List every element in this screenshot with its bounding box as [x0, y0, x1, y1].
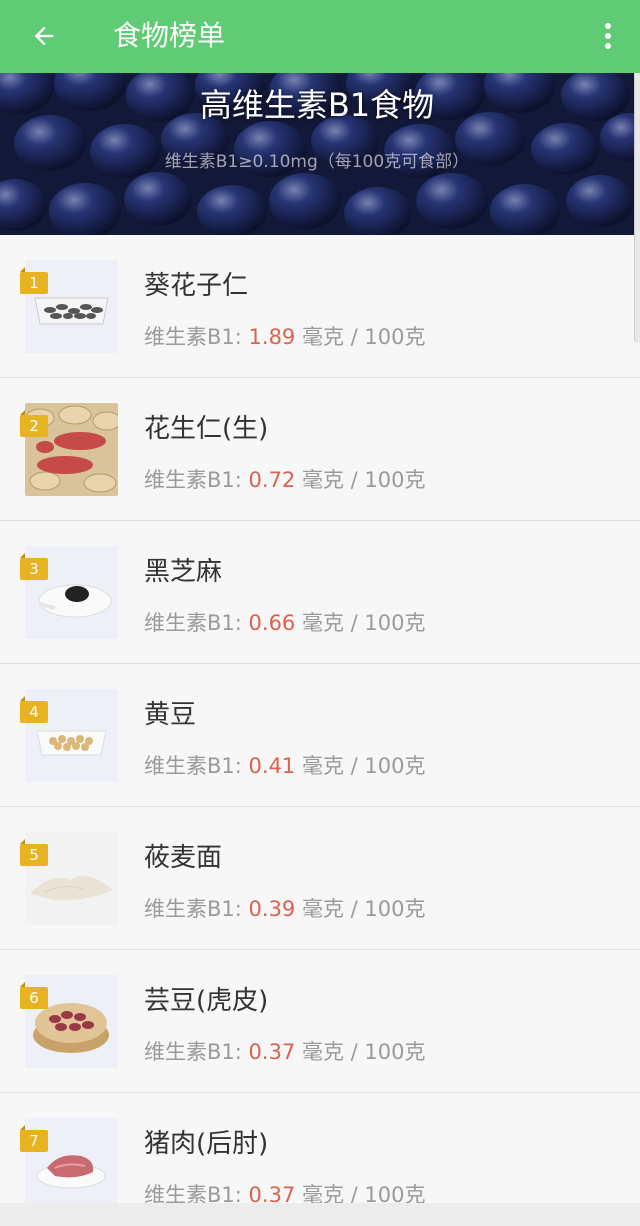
rank-badge: 4: [20, 696, 48, 723]
food-name: 黄豆: [144, 700, 197, 730]
list-item[interactable]: 2 花生仁(生) 维生素B1: 0.72 毫克 / 100克: [0, 378, 640, 521]
nutrient-unit: 毫克 / 100克: [301, 897, 426, 921]
nutrient-info: 维生素B1: 1.89 毫克 / 100克: [144, 323, 426, 351]
food-name: 猪肉(后肘): [144, 1129, 269, 1159]
rank-badge: 7: [20, 1125, 48, 1152]
nutrient-value: 0.37: [248, 1040, 296, 1064]
rank-badge: 5: [20, 839, 48, 866]
nutrient-label: 维生素B1:: [144, 325, 242, 349]
banner: 高维生素B1食物 维生素B1≥0.10mg（每100克可食部）: [0, 73, 634, 235]
app-bar: 食物榜单: [0, 0, 640, 73]
nutrient-value: 1.89: [248, 325, 296, 349]
nutrient-value: 0.66: [248, 611, 296, 635]
nutrient-unit: 毫克 / 100克: [301, 1183, 426, 1203]
nutrient-label: 维生素B1:: [144, 754, 242, 778]
nutrient-label: 维生素B1:: [144, 897, 242, 921]
list-item[interactable]: 1 葵花子仁 维生素B1: 1.89 毫克 / 100克: [0, 235, 640, 378]
rank-badge: 1: [20, 267, 48, 294]
nutrient-value: 0.37: [248, 1183, 296, 1203]
banner-subtitle: 维生素B1≥0.10mg（每100克可食部）: [164, 152, 470, 172]
nutrient-info: 维生素B1: 0.37 毫克 / 100克: [144, 1038, 426, 1066]
list-item[interactable]: 7 猪肉(后肘) 维生素B1: 0.37 毫克 / 100克: [0, 1093, 640, 1203]
list-item[interactable]: 4 黄豆 维生素B1: 0.41 毫克 / 100克: [0, 664, 640, 807]
rank-badge: 6: [20, 982, 48, 1009]
nutrient-label: 维生素B1:: [144, 468, 242, 492]
nutrient-info: 维生素B1: 0.41 毫克 / 100克: [144, 752, 426, 780]
nutrient-unit: 毫克 / 100克: [301, 468, 426, 492]
more-vert-icon: [605, 23, 611, 49]
arrow-left-icon: [34, 26, 54, 46]
bottom-edge: [0, 1203, 640, 1226]
food-name: 莜麦面: [144, 843, 223, 873]
back-button[interactable]: [24, 18, 64, 54]
nutrient-unit: 毫克 / 100克: [301, 325, 426, 349]
list-item[interactable]: 3 黑芝麻 维生素B1: 0.66 毫克 / 100克: [0, 521, 640, 664]
nutrient-unit: 毫克 / 100克: [301, 1040, 426, 1064]
nutrient-unit: 毫克 / 100克: [301, 754, 426, 778]
nutrient-label: 维生素B1:: [144, 1183, 242, 1203]
food-name: 葵花子仁: [144, 271, 249, 301]
nutrient-value: 0.72: [248, 468, 296, 492]
nutrient-label: 维生素B1:: [144, 1040, 242, 1064]
nutrient-unit: 毫克 / 100克: [301, 611, 426, 635]
nutrient-label: 维生素B1:: [144, 611, 242, 635]
page-title: 食物榜单: [113, 19, 226, 52]
banner-title: 高维生素B1食物: [199, 86, 435, 124]
list-item[interactable]: 5 莜麦面 维生素B1: 0.39 毫克 / 100克: [0, 807, 640, 950]
nutrient-info: 维生素B1: 0.39 毫克 / 100克: [144, 895, 426, 923]
food-name: 黑芝麻: [144, 557, 223, 587]
nutrient-info: 维生素B1: 0.66 毫克 / 100克: [144, 609, 426, 637]
food-name: 芸豆(虎皮): [144, 986, 269, 1016]
nutrient-info: 维生素B1: 0.72 毫克 / 100克: [144, 466, 426, 494]
more-options-button[interactable]: [596, 18, 620, 54]
food-name: 花生仁(生): [144, 414, 269, 444]
list-item[interactable]: 6 芸豆(虎皮) 维生素B1: 0.37 毫克 / 100克: [0, 950, 640, 1093]
nutrient-value: 0.39: [248, 897, 296, 921]
rank-badge: 2: [20, 410, 48, 437]
food-list: 1 葵花子仁 维生素B1: 1.89 毫克 / 100克 2 花生仁(生) 维生…: [0, 235, 640, 1203]
nutrient-info: 维生素B1: 0.37 毫克 / 100克: [144, 1181, 426, 1203]
nutrient-value: 0.41: [248, 754, 296, 778]
rank-badge: 3: [20, 553, 48, 580]
